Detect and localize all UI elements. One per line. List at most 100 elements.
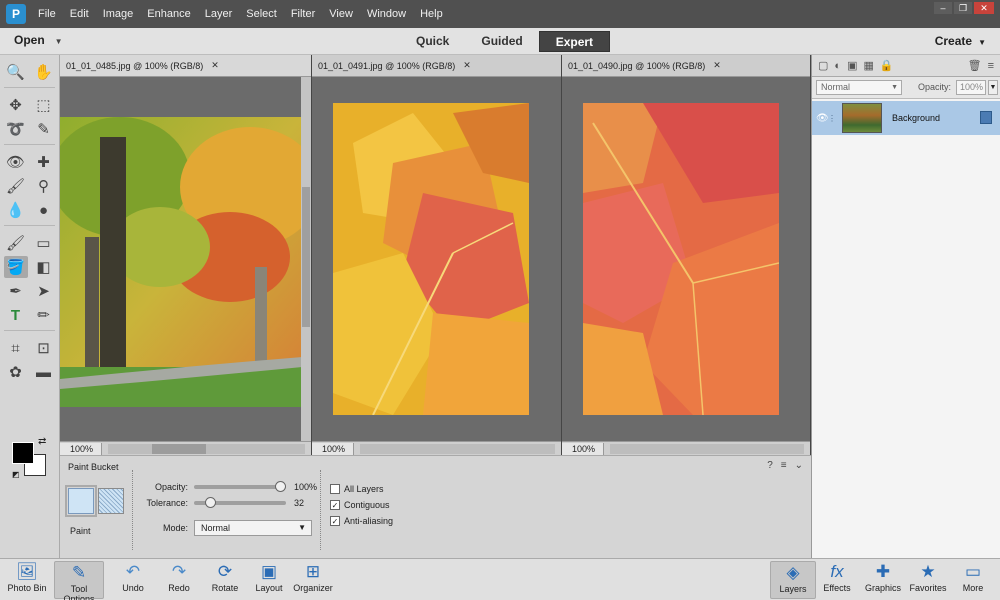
visibility-eye-icon[interactable]: 👁 [816,113,829,124]
menu-view[interactable]: View [329,8,353,20]
layer-row[interactable]: 👁 ⋮ Background [812,101,1000,135]
more-button[interactable]: ▭ More [950,561,996,599]
gradient-tool-icon[interactable]: ◧ [32,256,56,278]
tool-options-button[interactable]: ✎ Tool Options [54,561,104,600]
menu-select[interactable]: Select [246,8,277,20]
tolerance-slider-knob[interactable] [204,497,216,508]
document-tab-3[interactable]: 01_01_0490.jpg @ 100% (RGB/8) ✕ [562,55,810,77]
type-tool-icon[interactable]: T [4,304,28,326]
menu-help[interactable]: Help [420,8,443,20]
blur-tool-icon[interactable]: 💧 [4,199,28,221]
tolerance-slider[interactable] [194,497,286,508]
spot-healing-tool-icon[interactable]: ✚ [32,151,56,173]
paint-fill-button[interactable] [65,485,97,517]
menu-filter[interactable]: Filter [291,8,315,20]
close-tab-icon[interactable]: ✕ [211,60,219,71]
layer-mask-icon[interactable]: ▣ [847,59,857,72]
layout-button[interactable]: ▣ Layout [244,561,294,599]
anti-aliasing-checkbox[interactable]: ✓ [330,516,340,526]
zoom-field[interactable]: 100% [60,442,102,455]
menu-file[interactable]: File [38,8,56,20]
red-eye-tool-icon[interactable]: 👁 [4,151,28,173]
open-button[interactable]: Open ▼ [14,33,63,47]
rotate-button[interactable]: ⟳ Rotate [200,561,250,599]
tab-expert[interactable]: Expert [538,31,611,52]
close-tab-icon[interactable]: ✕ [463,60,471,71]
horizontal-scrollbar[interactable] [610,443,804,454]
delete-layer-icon[interactable]: 🗑 [968,59,982,72]
panel-menu-icon[interactable]: ≡ [781,460,787,471]
organizer-button[interactable]: ⊞ Organizer [288,561,338,599]
brush-tool-icon[interactable]: 🖌 [4,232,28,254]
clone-stamp-tool-icon[interactable]: ⚲ [32,175,56,197]
lasso-tool-icon[interactable]: ➰ [4,118,28,140]
opacity-slider[interactable] [194,481,286,492]
link-icon[interactable]: ⋮ [828,114,838,123]
vertical-scrollbar[interactable] [301,77,311,441]
new-layer-icon[interactable]: ▢ [818,59,828,72]
document-tab-2[interactable]: 01_01_0491.jpg @ 100% (RGB/8) ✕ [312,55,561,77]
zoom-field[interactable]: 100% [312,442,354,455]
canvas[interactable] [60,77,301,441]
paint-bucket-tool-icon[interactable]: 🪣 [3,256,28,278]
contiguous-checkbox[interactable]: ✓ [330,500,340,510]
chevron-down-icon[interactable]: ▼ [988,80,998,95]
menu-enhance[interactable]: Enhance [147,8,190,20]
menu-window[interactable]: Window [367,8,406,20]
pattern-fill-button[interactable] [98,488,124,514]
close-tab-icon[interactable]: ✕ [713,60,721,71]
create-button[interactable]: Create ▼ [935,34,986,48]
zoom-field[interactable]: 100% [562,442,604,455]
effects-button[interactable]: fx Effects [814,561,860,599]
minimize-button[interactable]: – [934,2,952,14]
marquee-tool-icon[interactable]: ⬚ [32,94,56,116]
straighten-tool-icon[interactable]: ▬ [32,361,56,383]
close-button[interactable]: ✕ [974,2,994,14]
default-colors-icon[interactable]: ◩ [12,470,20,479]
canvas[interactable] [562,77,810,441]
hand-tool-icon[interactable]: ✋ [32,61,56,83]
horizontal-scrollbar[interactable] [360,443,555,454]
undo-button[interactable]: ↶ Undo [108,561,158,599]
cookie-cutter-tool-icon[interactable]: ✿ [4,361,28,383]
menu-image[interactable]: Image [103,8,134,20]
canvas[interactable] [312,77,561,441]
opacity-slider-knob[interactable] [275,481,286,492]
zoom-tool-icon[interactable]: 🔍 [4,61,28,83]
lock-transparency-icon[interactable]: ▦ [863,59,873,72]
custom-shape-tool-icon[interactable]: ➤ [32,280,56,302]
anti-aliasing-option[interactable]: ✓ Anti-aliasing [330,516,393,526]
sponge-tool-icon[interactable]: ● [32,199,56,221]
layers-button[interactable]: ◈ Layers [770,561,816,599]
graphics-button[interactable]: ✚ Graphics [858,561,908,599]
horizontal-scrollbar[interactable] [108,443,305,454]
eyedropper-tool-icon[interactable]: ✒ [4,280,28,302]
tab-guided[interactable]: Guided [465,31,538,52]
all-layers-checkbox[interactable] [330,484,340,494]
eraser-tool-icon[interactable]: ▭ [32,232,56,254]
tab-quick[interactable]: Quick [400,31,465,52]
photo-bin-button[interactable]: 🖼 Photo Bin [2,561,52,599]
lock-all-icon[interactable]: 🔒 [880,59,894,72]
layer-opacity-field[interactable]: 100% [956,80,986,95]
swap-colors-icon[interactable]: ⇄ [38,436,46,447]
foreground-color[interactable] [12,442,34,464]
smart-brush-tool-icon[interactable]: 🖌 [4,175,28,197]
restore-button[interactable]: ❐ [954,2,972,14]
panel-menu-icon[interactable]: ≡ [988,60,994,72]
recompose-tool-icon[interactable]: ⊡ [32,337,56,359]
pencil-tool-icon[interactable]: ✏ [32,304,56,326]
mode-select[interactable]: Normal ▼ [194,520,312,536]
document-tab-1[interactable]: 01_01_0485.jpg @ 100% (RGB/8) ✕ [60,55,311,77]
contiguous-option[interactable]: ✓ Contiguous [330,500,390,510]
favorites-button[interactable]: ★ Favorites [904,561,952,599]
collapse-icon[interactable]: ⌄ [795,460,803,471]
quick-selection-tool-icon[interactable]: ✎ [32,118,56,140]
crop-tool-icon[interactable]: ⌗ [4,337,28,359]
help-icon[interactable]: ? [767,460,773,471]
all-layers-option[interactable]: All Layers [330,484,384,494]
redo-button[interactable]: ↷ Redo [154,561,204,599]
menu-edit[interactable]: Edit [70,8,89,20]
menu-layer[interactable]: Layer [205,8,233,20]
blend-mode-select[interactable]: Normal ▼ [816,80,902,95]
